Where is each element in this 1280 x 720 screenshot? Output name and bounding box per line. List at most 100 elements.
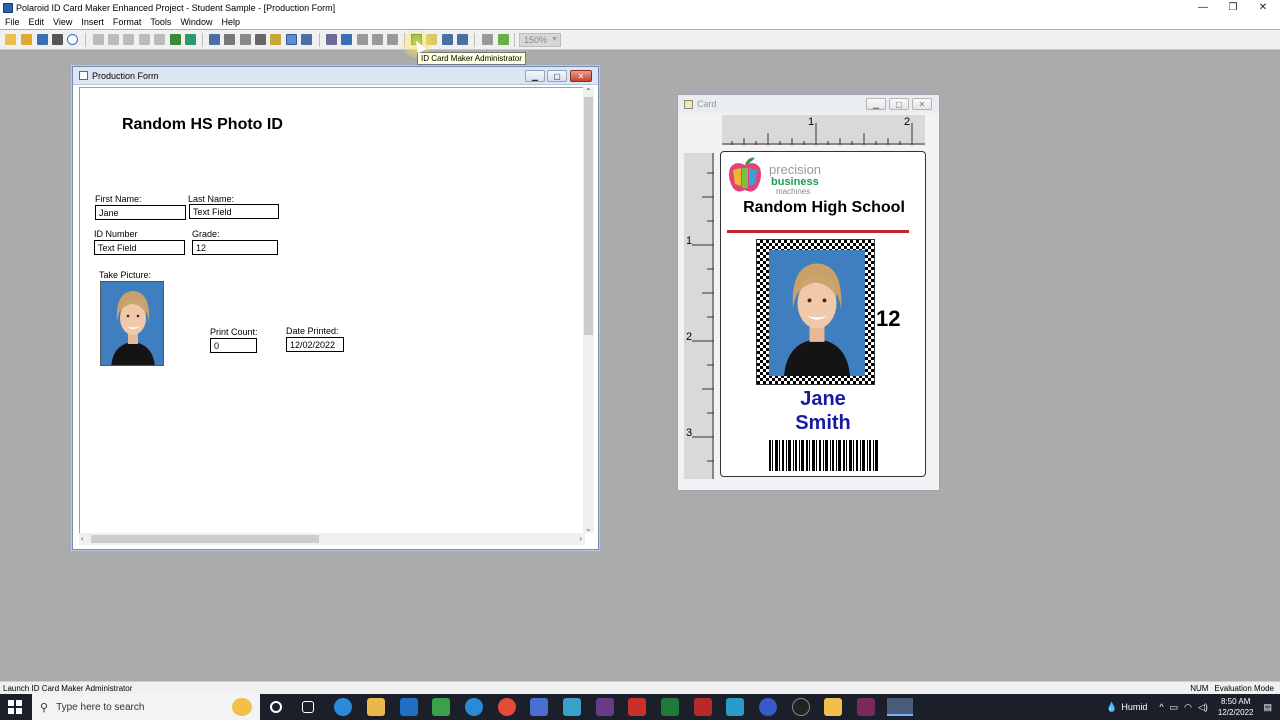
close-button[interactable]: ✕	[1248, 0, 1278, 15]
redo-icon[interactable]	[154, 34, 165, 45]
new-icon[interactable]	[5, 34, 16, 45]
chrome-icon[interactable]	[498, 698, 516, 716]
card-divider	[727, 230, 909, 233]
scroll-up-icon[interactable]: ⌃	[585, 87, 592, 96]
menu-help[interactable]: Help	[221, 17, 240, 27]
production-icon[interactable]	[286, 34, 297, 45]
id-card-preview[interactable]: precision business machines Random High …	[720, 151, 926, 477]
network-icon[interactable]: ▭	[1170, 702, 1179, 713]
task-view-icon[interactable]	[302, 701, 314, 713]
student-photo[interactable]	[100, 281, 164, 366]
app-icon-blue[interactable]	[530, 698, 548, 716]
form-icon[interactable]	[209, 34, 220, 45]
app-icon-store[interactable]	[726, 698, 744, 716]
taskbar-clock[interactable]: 8:50 AM 12/2/2022	[1218, 696, 1254, 718]
volume-icon[interactable]: ◁)	[1198, 702, 1208, 713]
card-maximize-button[interactable]: ▢	[889, 98, 909, 110]
card-front-icon[interactable]	[442, 34, 453, 45]
filezilla-icon[interactable]	[628, 698, 646, 716]
open-icon[interactable]	[21, 34, 32, 45]
card-back-icon[interactable]	[457, 34, 468, 45]
production-form-titlebar[interactable]: Production Form ▁ ▢ ✕	[73, 67, 598, 85]
save-icon[interactable]	[37, 34, 48, 45]
menu-format[interactable]: Format	[113, 17, 142, 27]
cortana-icon[interactable]	[270, 701, 282, 713]
menu-insert[interactable]: Insert	[81, 17, 104, 27]
align-icon[interactable]	[482, 34, 493, 45]
last-name-field[interactable]: Text Field	[189, 204, 279, 219]
horizontal-scroll-thumb[interactable]	[91, 535, 319, 543]
card-window-titlebar[interactable]: Card ▁ ▢ ✕	[678, 95, 939, 113]
start-button[interactable]	[0, 694, 30, 720]
copy-icon[interactable]	[108, 34, 119, 45]
refresh-icon[interactable]	[498, 34, 509, 45]
menu-tools[interactable]: Tools	[150, 17, 171, 27]
scroll-right-icon[interactable]: ›	[579, 534, 582, 543]
chevron-up-icon[interactable]: ^	[1159, 702, 1163, 712]
outlook-icon[interactable]	[400, 698, 418, 716]
import-icon[interactable]	[170, 34, 181, 45]
vertical-scroll-thumb[interactable]	[584, 97, 593, 335]
taskbar-search[interactable]: ⚲ Type here to search	[32, 694, 260, 720]
menu-window[interactable]: Window	[180, 17, 212, 27]
wifi-icon[interactable]: ◠	[1184, 702, 1192, 713]
cut-icon[interactable]	[93, 34, 104, 45]
camera-icon[interactable]	[224, 34, 235, 45]
form-close-button[interactable]: ✕	[570, 70, 592, 82]
id-number-field[interactable]: Text Field	[94, 240, 185, 255]
evaluation-mode-indicator: Evaluation Mode	[1214, 683, 1274, 693]
scroll-down-icon[interactable]: ⌄	[585, 524, 592, 533]
drive-icon[interactable]	[824, 698, 842, 716]
zoom-select[interactable]: 150% ▼	[519, 33, 561, 47]
record-first-icon[interactable]	[326, 34, 337, 45]
file-explorer-icon[interactable]	[367, 698, 385, 716]
help-icon[interactable]	[67, 34, 78, 45]
grade-field[interactable]: 12	[192, 240, 278, 255]
undo-icon[interactable]	[139, 34, 150, 45]
app-icon-round[interactable]	[759, 698, 777, 716]
app-icon-purple[interactable]	[596, 698, 614, 716]
app-icon-cyan[interactable]	[563, 698, 581, 716]
menu-view[interactable]: View	[53, 17, 72, 27]
chat-icon[interactable]	[465, 698, 483, 716]
printer-setup-icon[interactable]	[255, 34, 266, 45]
form-minimize-button[interactable]: ▁	[525, 70, 545, 82]
record-next-icon[interactable]	[357, 34, 368, 45]
capture-icon[interactable]	[240, 34, 251, 45]
restore-button[interactable]: ❐	[1218, 0, 1248, 15]
edit-icon[interactable]	[270, 34, 281, 45]
access-icon[interactable]	[694, 698, 712, 716]
card-close-button[interactable]: ✕	[912, 98, 932, 110]
app-icon-magenta[interactable]	[857, 698, 875, 716]
minimize-button[interactable]: —	[1188, 0, 1218, 15]
ruler-label: 2	[904, 116, 911, 128]
form-maximize-button[interactable]: ▢	[547, 70, 567, 82]
cpm-icon[interactable]	[792, 698, 810, 716]
scroll-left-icon[interactable]: ‹	[81, 534, 84, 543]
weather-text[interactable]: Humid	[1121, 702, 1147, 712]
sheets-icon[interactable]	[432, 698, 450, 716]
form-vertical-scrollbar[interactable]: ⌃ ⌄	[583, 87, 594, 533]
first-name-field[interactable]: Jane	[95, 205, 186, 220]
edge-icon[interactable]	[334, 698, 352, 716]
record-last-icon[interactable]	[372, 34, 383, 45]
notification-icon[interactable]: ▤	[1263, 702, 1272, 713]
print-count-field[interactable]: 0	[210, 338, 257, 353]
delete-record-icon[interactable]	[387, 34, 398, 45]
toolbar-separator	[85, 33, 86, 47]
excel-icon[interactable]	[661, 698, 679, 716]
menu-file[interactable]: File	[5, 17, 20, 27]
app-title: Polaroid ID Card Maker Enhanced Project …	[16, 2, 336, 13]
layout-icon[interactable]	[301, 34, 312, 45]
paste-icon[interactable]	[123, 34, 134, 45]
record-prev-icon[interactable]	[341, 34, 352, 45]
card-minimize-button[interactable]: ▁	[866, 98, 886, 110]
form-horizontal-scrollbar[interactable]: ‹ ›	[79, 533, 585, 545]
id-card-maker-taskbar-icon[interactable]	[887, 698, 913, 716]
print-icon[interactable]	[52, 34, 63, 45]
database-icon[interactable]	[185, 34, 196, 45]
card-portrait-image	[769, 250, 865, 376]
date-printed-field[interactable]: 12/02/2022	[286, 337, 344, 352]
menu-edit[interactable]: Edit	[29, 17, 45, 27]
card-school-name: Random High School	[743, 199, 905, 216]
